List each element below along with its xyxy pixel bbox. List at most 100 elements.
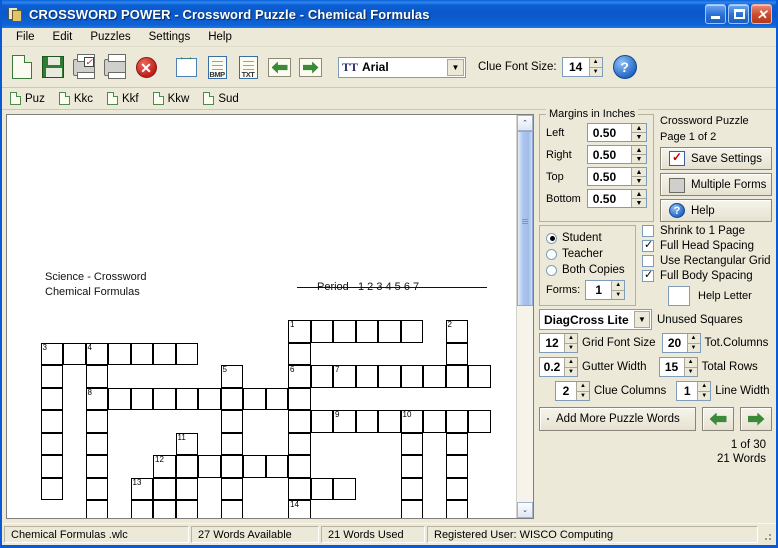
- spinner-up-icon[interactable]: ▲: [565, 358, 577, 368]
- help-letter-input[interactable]: [668, 286, 690, 306]
- crossword-cell[interactable]: [63, 342, 86, 365]
- radio-both-copies[interactable]: Both Copies: [546, 264, 629, 276]
- crossword-cell[interactable]: 6: [288, 365, 311, 388]
- crossword-cell[interactable]: [400, 500, 423, 518]
- crossword-cell[interactable]: [175, 455, 198, 478]
- crossword-cell[interactable]: [445, 410, 468, 433]
- crossword-cell[interactable]: [310, 477, 333, 500]
- crossword-cell[interactable]: [85, 432, 108, 455]
- crossword-cell[interactable]: 13: [130, 477, 153, 500]
- scrollbar-thumb[interactable]: [517, 131, 533, 306]
- tab-kkc[interactable]: Kkc: [58, 92, 93, 105]
- crossword-cell[interactable]: [445, 342, 468, 365]
- crossword-cell[interactable]: [310, 410, 333, 433]
- crossword-cell[interactable]: [40, 432, 63, 455]
- radio-teacher[interactable]: Teacher: [546, 248, 629, 260]
- crossword-cell[interactable]: 5: [220, 365, 243, 388]
- spinner-up-icon[interactable]: ▲: [684, 358, 697, 368]
- crossword-cell[interactable]: [333, 477, 356, 500]
- font-name-combo[interactable]: TT Arial ▼: [338, 56, 466, 78]
- spinner-up-icon[interactable]: ▲: [632, 190, 646, 199]
- menu-item-settings[interactable]: Settings: [141, 29, 199, 45]
- unused-squares-select[interactable]: DiagCross Lite ▼: [539, 309, 652, 330]
- crossword-cell[interactable]: [220, 387, 243, 410]
- help-panel-button[interactable]: ? Help: [660, 199, 772, 222]
- crossword-cell[interactable]: [153, 477, 176, 500]
- crossword-cell[interactable]: [355, 365, 378, 388]
- crossword-cell[interactable]: [310, 320, 333, 343]
- crossword-cell[interactable]: [288, 387, 311, 410]
- crossword-cell[interactable]: [355, 320, 378, 343]
- spinner-down-icon[interactable]: ▼: [698, 391, 711, 400]
- scrollbar-trough[interactable]: [517, 306, 533, 502]
- previous-puzzle-button[interactable]: [702, 407, 734, 431]
- crossword-cell[interactable]: [445, 365, 468, 388]
- crossword-cell[interactable]: 4: [85, 342, 108, 365]
- spinner-down-icon[interactable]: ▼: [577, 391, 589, 400]
- spinner-up-icon[interactable]: ▲: [632, 146, 646, 155]
- crossword-cell[interactable]: 11: [175, 432, 198, 455]
- cancel-button[interactable]: ✕: [131, 52, 161, 82]
- fit-page-button[interactable]: ← →: [171, 52, 201, 82]
- margin-bottom-stepper[interactable]: 0.50 ▲ ▼: [586, 189, 647, 208]
- crossword-cell[interactable]: 2: [445, 320, 468, 343]
- crossword-cell[interactable]: [108, 387, 131, 410]
- total-columns-stepper[interactable]: 20 ▲ ▼: [661, 333, 701, 353]
- spinner-down-icon[interactable]: ▼: [687, 343, 700, 352]
- next-puzzle-button[interactable]: [740, 407, 772, 431]
- spinner-up-icon[interactable]: ▲: [632, 124, 646, 133]
- crossword-cell[interactable]: [40, 365, 63, 388]
- spinner-up-icon[interactable]: ▲: [612, 281, 625, 291]
- menu-item-edit[interactable]: Edit: [45, 29, 81, 45]
- crossword-cell[interactable]: [445, 500, 468, 518]
- checkbox-full-head-spacing[interactable]: Full Head Spacing: [642, 238, 772, 252]
- crossword-cell[interactable]: 1: [288, 320, 311, 343]
- margin-top-stepper[interactable]: 0.50 ▲ ▼: [586, 167, 647, 186]
- spinner-down-icon[interactable]: ▼: [589, 67, 602, 76]
- crossword-cell[interactable]: [85, 477, 108, 500]
- margin-left-stepper[interactable]: 0.50 ▲ ▼: [586, 123, 647, 142]
- puzzle-page[interactable]: Science - Crossword Chemical Formulas Pe…: [7, 115, 516, 518]
- preview-scrollbar[interactable]: ⌃ ⌄: [516, 115, 533, 518]
- add-more-puzzle-words-button[interactable]: Add More Puzzle Words: [539, 407, 696, 431]
- spinner-down-icon[interactable]: ▼: [632, 155, 646, 163]
- crossword-cell[interactable]: [108, 342, 131, 365]
- crossword-cell[interactable]: [220, 500, 243, 518]
- crossword-cell[interactable]: [220, 477, 243, 500]
- crossword-cell[interactable]: 7: [333, 365, 356, 388]
- crossword-cell[interactable]: [175, 500, 198, 518]
- crossword-cell[interactable]: [378, 320, 401, 343]
- crossword-cell[interactable]: [175, 477, 198, 500]
- save-button[interactable]: [38, 52, 68, 82]
- crossword-cell[interactable]: 12: [153, 455, 176, 478]
- crossword-cell[interactable]: [468, 365, 491, 388]
- crossword-cell[interactable]: [265, 455, 288, 478]
- margin-right-stepper[interactable]: 0.50 ▲ ▼: [586, 145, 647, 164]
- crossword-cell[interactable]: [288, 432, 311, 455]
- new-document-button[interactable]: [7, 52, 37, 82]
- print-preview-button[interactable]: ✓: [69, 52, 99, 82]
- crossword-cell[interactable]: [243, 387, 266, 410]
- crossword-cell[interactable]: [265, 387, 288, 410]
- crossword-cell[interactable]: [40, 410, 63, 433]
- forms-stepper[interactable]: 1 ▲ ▼: [585, 280, 626, 300]
- crossword-cell[interactable]: [400, 432, 423, 455]
- crossword-cell[interactable]: [333, 320, 356, 343]
- crossword-cell[interactable]: [378, 365, 401, 388]
- clue-columns-stepper[interactable]: 2 ▲ ▼: [555, 381, 590, 401]
- crossword-cell[interactable]: 8: [85, 387, 108, 410]
- grid-font-size-stepper[interactable]: 12 ▲ ▼: [539, 333, 578, 353]
- crossword-cell[interactable]: 14: [288, 500, 311, 518]
- crossword-cell[interactable]: 3: [40, 342, 63, 365]
- maximize-button[interactable]: [728, 4, 749, 24]
- save-settings-button[interactable]: Save Settings: [660, 147, 772, 170]
- radio-student[interactable]: Student: [546, 232, 629, 244]
- spinner-down-icon[interactable]: ▼: [632, 133, 646, 141]
- spinner-up-icon[interactable]: ▲: [565, 334, 577, 344]
- checkbox-use-rectangular-grid[interactable]: Use Rectangular Grid: [642, 255, 772, 267]
- crossword-cell[interactable]: [243, 455, 266, 478]
- crossword-cell[interactable]: [400, 365, 423, 388]
- crossword-cell[interactable]: 10: [400, 410, 423, 433]
- crossword-cell[interactable]: [40, 477, 63, 500]
- crossword-cell[interactable]: [175, 387, 198, 410]
